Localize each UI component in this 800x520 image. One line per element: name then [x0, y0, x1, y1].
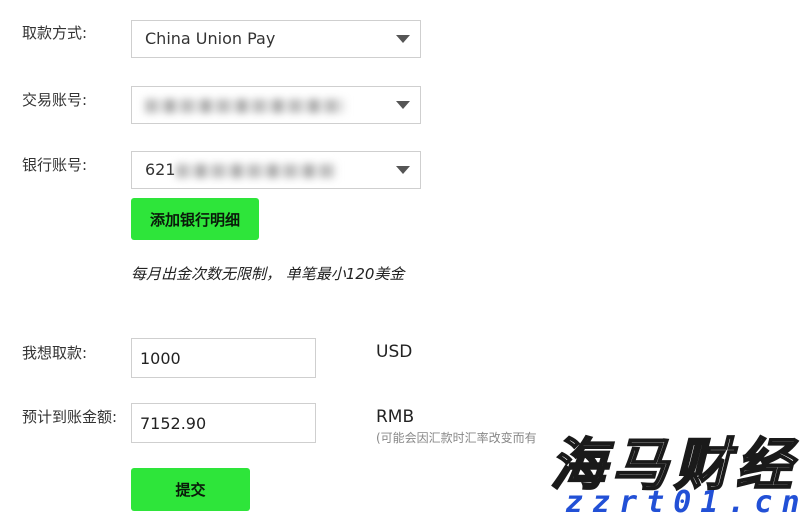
watermark-url: zzrt01.cn — [565, 485, 800, 520]
submit-button[interactable]: 提交 — [131, 468, 250, 511]
bank-account-select[interactable]: 621 — [131, 151, 421, 189]
trading-account-select[interactable] — [131, 86, 421, 124]
withdraw-limit-note: 每月出金次数无限制， 单笔最小120美金 — [131, 265, 405, 283]
withdraw-method-value: China Union Pay — [145, 29, 276, 48]
amount-input[interactable] — [131, 338, 316, 378]
bank-account-label: 银行账号: — [22, 156, 88, 174]
trading-account-value — [145, 87, 345, 123]
withdraw-method-select[interactable]: China Union Pay — [131, 20, 421, 58]
amount-unit: USD — [376, 342, 413, 362]
estimate-input[interactable] — [131, 403, 316, 443]
estimate-unit: RMB — [376, 407, 415, 427]
add-bank-details-button[interactable]: 添加银行明细 — [131, 198, 259, 240]
exchange-rate-note: (可能会因汇款时汇率改变而有 — [376, 431, 537, 445]
amount-label: 我想取款: — [22, 344, 88, 362]
trading-account-label: 交易账号: — [22, 91, 88, 109]
chevron-down-icon — [396, 101, 410, 109]
chevron-down-icon — [396, 166, 410, 174]
redacted-value — [175, 163, 336, 178]
redacted-value — [145, 98, 345, 113]
estimate-label: 预计到账金额: — [22, 408, 118, 426]
chevron-down-icon — [396, 35, 410, 43]
withdraw-method-label: 取款方式: — [22, 24, 88, 42]
bank-account-prefix: 621 — [145, 160, 176, 179]
bank-account-value: 621 — [145, 152, 336, 188]
